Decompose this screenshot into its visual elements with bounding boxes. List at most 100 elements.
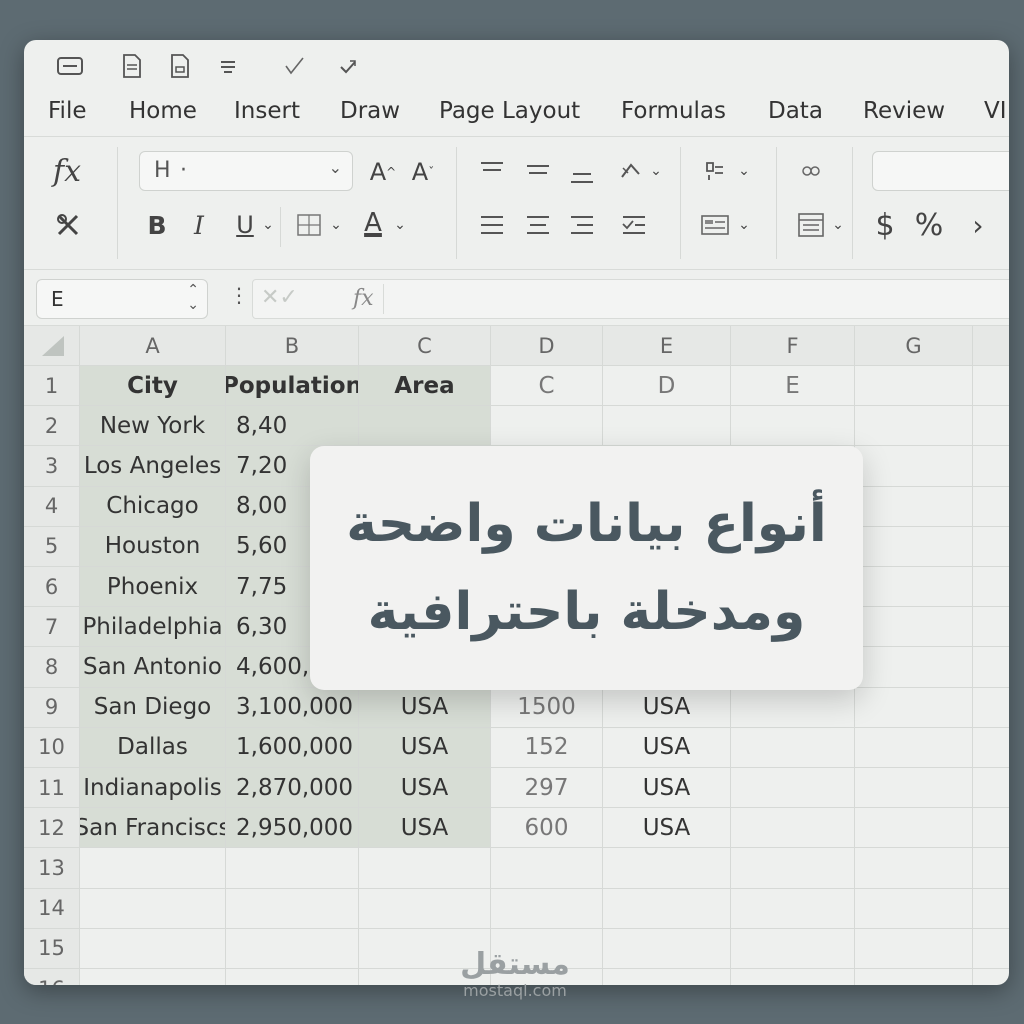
table-cell[interactable]: [973, 567, 1009, 608]
table-cell[interactable]: [359, 848, 491, 889]
column-header-d[interactable]: D: [491, 326, 603, 366]
drag-handle-icon[interactable]: ⋮: [229, 283, 249, 307]
table-cell[interactable]: [855, 727, 973, 768]
table-cell[interactable]: Chicago: [80, 486, 226, 527]
table-cell[interactable]: [731, 406, 855, 447]
ribbon-search-box[interactable]: [872, 151, 1009, 191]
table-cell[interactable]: USA: [359, 687, 491, 728]
table-cell[interactable]: USA: [603, 808, 731, 849]
table-cell[interactable]: [855, 607, 973, 648]
stepper-icon[interactable]: ⌃ ⌄: [187, 283, 199, 313]
column-header-f[interactable]: F: [731, 326, 855, 366]
row-header[interactable]: 14: [24, 888, 80, 929]
font-color-chevron-icon[interactable]: ⌄: [392, 207, 408, 243]
menu-file[interactable]: File: [48, 98, 87, 124]
table-cell[interactable]: [855, 486, 973, 527]
table-cell[interactable]: New York: [80, 406, 226, 447]
table-cell[interactable]: [973, 487, 1009, 527]
align-bottom-icon[interactable]: [566, 159, 598, 191]
table-cell[interactable]: [731, 808, 855, 849]
table-cell[interactable]: Phoenix: [80, 567, 226, 608]
formula-fx-icon[interactable]: fx: [353, 286, 374, 311]
borders-chevron-icon[interactable]: ⌄: [328, 207, 344, 243]
column-header-a[interactable]: A: [80, 326, 226, 366]
check-icon[interactable]: [280, 52, 308, 80]
row-header[interactable]: 13: [24, 848, 80, 889]
table-cell[interactable]: 1,600,000: [226, 727, 359, 768]
format-table-chevron-icon[interactable]: ⌄: [830, 209, 846, 241]
cancel-check-icons[interactable]: ✕✓: [261, 285, 298, 310]
column-title-cell[interactable]: E: [731, 366, 855, 407]
row-header[interactable]: 3: [24, 446, 80, 487]
table-cell[interactable]: Dallas: [80, 727, 226, 768]
column-title-cell[interactable]: D: [603, 366, 731, 407]
menu-draw[interactable]: Draw: [340, 98, 400, 124]
table-cell[interactable]: San Diego: [80, 687, 226, 728]
table-cell[interactable]: USA: [603, 768, 731, 809]
table-cell[interactable]: [973, 688, 1009, 728]
table-cell[interactable]: 297: [491, 768, 603, 809]
orientation-chevron-icon[interactable]: ⌄: [648, 155, 664, 187]
table-cell[interactable]: [731, 928, 855, 969]
table-cell[interactable]: [491, 848, 603, 889]
menu-data[interactable]: Data: [768, 98, 823, 124]
column-header-b[interactable]: B: [226, 326, 359, 366]
window-icon[interactable]: [56, 52, 84, 80]
table-cell[interactable]: [855, 888, 973, 929]
align-right-icon[interactable]: [566, 209, 598, 241]
row-header[interactable]: 16: [24, 969, 80, 985]
open-document-icon[interactable]: [166, 52, 194, 80]
table-cell[interactable]: 152: [491, 727, 603, 768]
table-cell[interactable]: USA: [603, 687, 731, 728]
table-cell[interactable]: [80, 888, 226, 929]
row-header[interactable]: 6: [24, 567, 80, 608]
wrap-text-icon[interactable]: [618, 209, 650, 241]
table-cell[interactable]: San Antonio: [80, 647, 226, 688]
table-cell[interactable]: [855, 969, 973, 985]
bold-button[interactable]: B: [142, 207, 172, 243]
table-cell[interactable]: [603, 406, 731, 447]
table-cell[interactable]: 2,950,000: [226, 808, 359, 849]
table-cell[interactable]: [973, 969, 1009, 985]
underline-button[interactable]: U: [230, 207, 260, 243]
table-cell[interactable]: USA: [359, 768, 491, 809]
align-middle-icon[interactable]: [522, 155, 554, 187]
table-cell[interactable]: [973, 446, 1009, 487]
table-cell[interactable]: [973, 728, 1009, 768]
table-cell[interactable]: [855, 848, 973, 889]
select-all-corner[interactable]: [24, 326, 80, 366]
row-header[interactable]: 8: [24, 647, 80, 688]
conditional-format-icon[interactable]: [698, 209, 732, 241]
table-cell[interactable]: [603, 928, 731, 969]
name-box[interactable]: E ⌃ ⌄: [36, 279, 208, 319]
new-document-icon[interactable]: [118, 52, 146, 80]
percent-button[interactable]: %: [912, 205, 946, 245]
redo-check-icon[interactable]: [334, 52, 362, 80]
table-cell[interactable]: USA: [359, 727, 491, 768]
table-cell[interactable]: [855, 406, 973, 447]
column-header-extra[interactable]: [973, 326, 1009, 366]
table-cell[interactable]: [80, 928, 226, 969]
table-cell[interactable]: Los Angeles: [80, 446, 226, 487]
table-cell[interactable]: [973, 848, 1009, 889]
table-cell[interactable]: [359, 888, 491, 929]
menu-insert[interactable]: Insert: [234, 98, 300, 124]
font-name-select[interactable]: H · ⌄: [139, 151, 353, 191]
insert-function-button[interactable]: fx: [42, 151, 92, 191]
shrink-font-button[interactable]: Aˇ: [408, 155, 438, 189]
column-title-cell[interactable]: [973, 366, 1009, 407]
row-header[interactable]: 10: [24, 727, 80, 768]
align-center-icon[interactable]: [522, 209, 554, 241]
table-cell[interactable]: [973, 406, 1009, 447]
row-header[interactable]: 2: [24, 406, 80, 447]
column-header-g[interactable]: G: [855, 326, 973, 366]
table-cell[interactable]: [603, 888, 731, 929]
table-cell[interactable]: [973, 647, 1009, 688]
table-cell[interactable]: USA: [359, 808, 491, 849]
menu-page-layout[interactable]: Page Layout: [439, 98, 580, 124]
row-header[interactable]: 5: [24, 526, 80, 567]
row-header[interactable]: 7: [24, 607, 80, 648]
conditional-format-chevron-icon[interactable]: ⌄: [736, 209, 752, 241]
column-title-cell[interactable]: Population: [226, 366, 359, 407]
row-header[interactable]: 9: [24, 687, 80, 728]
